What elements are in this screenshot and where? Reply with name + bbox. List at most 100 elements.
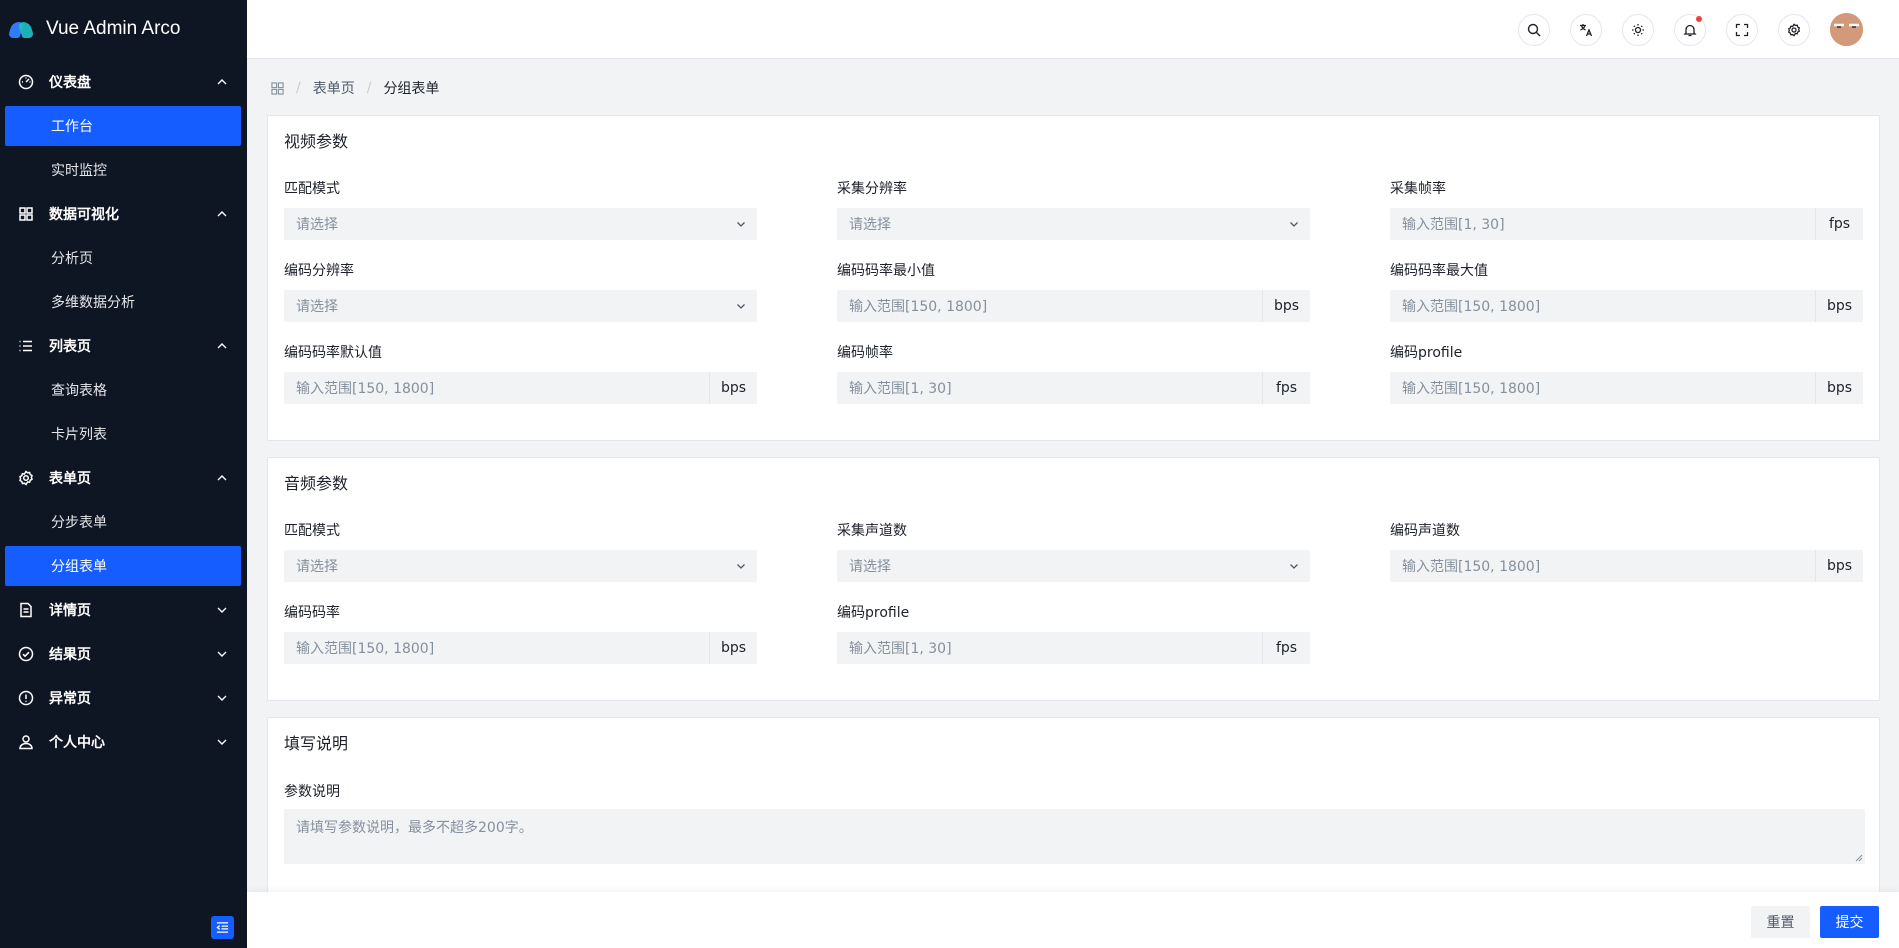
chevron-down-icon xyxy=(217,739,227,745)
sidebar-item-multi-dimension[interactable]: 多维数据分析 xyxy=(5,282,241,322)
menu-group-label: 个人中心 xyxy=(49,735,105,751)
select-input[interactable]: 请选择 xyxy=(284,290,757,322)
menu-group-label: 详情页 xyxy=(49,603,91,619)
input-placeholder: 输入范围[1, 30] xyxy=(849,381,952,397)
resize-handle-icon[interactable] xyxy=(1855,854,1863,862)
input-suffix: fps xyxy=(1262,372,1310,404)
input-suffix: bps xyxy=(709,632,757,664)
field-label: 匹配模式 xyxy=(284,181,340,197)
sidebar-item-monitor[interactable]: 实时监控 xyxy=(5,150,241,190)
sidebar-item-analysis[interactable]: 分析页 xyxy=(5,238,241,278)
settings-button[interactable] xyxy=(1778,14,1810,46)
field-label: 匹配模式 xyxy=(284,523,340,539)
number-input[interactable]: 输入范围[150, 1800] bps xyxy=(837,290,1310,322)
menu-group-label: 仪表盘 xyxy=(49,75,91,91)
input-placeholder: 输入范围[150, 1800] xyxy=(296,381,435,397)
menu-group-list[interactable]: 列表页 xyxy=(5,326,241,366)
number-input[interactable]: 输入范围[150, 1800] bps xyxy=(284,372,757,404)
theme-button[interactable] xyxy=(1622,14,1654,46)
logo[interactable]: Vue Admin Arco xyxy=(0,0,247,58)
breadcrumb: / 表单页 / 分组表单 xyxy=(271,78,439,98)
chevron-up-icon xyxy=(217,79,227,85)
menu-group-profile[interactable]: 详情页 xyxy=(5,590,241,630)
chevron-down-icon xyxy=(725,218,757,230)
number-input[interactable]: 输入范围[1, 30] fps xyxy=(837,632,1310,664)
select-input[interactable]: 请选择 xyxy=(284,208,757,240)
sidebar: Vue Admin Arco 仪表盘 工作台 实时监控 数据可视化 分析页 多维… xyxy=(0,0,247,948)
field-label: 编码声道数 xyxy=(1390,523,1460,539)
field-label: 编码码率最大值 xyxy=(1390,263,1488,279)
chevron-down-icon xyxy=(217,607,227,613)
field-label: 参数说明 xyxy=(284,784,340,800)
search-icon xyxy=(1527,23,1541,37)
number-input[interactable]: 输入范围[150, 1800] bps xyxy=(1390,372,1863,404)
menu-fold-icon xyxy=(216,922,229,933)
notes-card: 填写说明 参数说明 请填写参数说明，最多不超多200字。 xyxy=(267,717,1880,892)
sidebar-item-step-form[interactable]: 分步表单 xyxy=(5,502,241,542)
input-placeholder: 请选择 xyxy=(296,217,338,233)
field-label: 编码帧率 xyxy=(837,345,893,361)
select-input[interactable]: 请选择 xyxy=(837,550,1310,582)
menu-group-result[interactable]: 结果页 xyxy=(5,634,241,674)
file-icon xyxy=(17,601,35,619)
menu-group-form[interactable]: 表单页 xyxy=(5,458,241,498)
chevron-down-icon xyxy=(725,300,757,312)
input-suffix: bps xyxy=(1262,290,1310,322)
menu-group-user[interactable]: 个人中心 xyxy=(5,722,241,762)
params-description-textarea[interactable]: 请填写参数说明，最多不超多200字。 xyxy=(284,809,1865,864)
sidebar-item-search-table[interactable]: 查询表格 xyxy=(5,370,241,410)
list-icon xyxy=(17,337,35,355)
chevron-down-icon xyxy=(1278,560,1310,572)
number-input[interactable]: 输入范围[1, 30] fps xyxy=(837,372,1310,404)
input-placeholder: 请选择 xyxy=(296,559,338,575)
menu-collapse-button[interactable] xyxy=(211,916,234,939)
translate-icon xyxy=(1580,24,1593,37)
input-suffix: bps xyxy=(709,372,757,404)
bell-icon xyxy=(1683,24,1697,37)
language-button[interactable] xyxy=(1570,14,1602,46)
chevron-down-icon xyxy=(217,695,227,701)
sidebar-menu: 仪表盘 工作台 实时监控 数据可视化 分析页 多维数据分析 列表页 查询表格 卡… xyxy=(0,58,247,762)
dashboard-icon xyxy=(17,73,35,91)
select-input[interactable]: 请选择 xyxy=(284,550,757,582)
input-suffix: bps xyxy=(1815,290,1863,322)
apps-icon[interactable] xyxy=(271,81,284,95)
sidebar-item-workplace[interactable]: 工作台 xyxy=(5,106,241,146)
search-button[interactable] xyxy=(1518,14,1550,46)
menu-group-exception[interactable]: 异常页 xyxy=(5,678,241,718)
menu-group-label: 结果页 xyxy=(49,647,91,663)
menu-group-dashboard[interactable]: 仪表盘 xyxy=(5,62,241,102)
select-input[interactable]: 请选择 xyxy=(837,208,1310,240)
field-label: 编码profile xyxy=(1390,345,1463,361)
form-field: 编码码率最大值输入范围[150, 1800] bps xyxy=(1390,260,1863,322)
card-title: 视频参数 xyxy=(284,132,349,151)
avatar[interactable] xyxy=(1830,13,1863,46)
submit-button[interactable]: 提交 xyxy=(1820,906,1879,938)
number-input[interactable]: 输入范围[150, 1800] bps xyxy=(284,632,757,664)
form-field: 匹配模式请选择 xyxy=(284,520,757,582)
field-label: 编码码率最小值 xyxy=(837,263,935,279)
sidebar-item-card-list[interactable]: 卡片列表 xyxy=(5,414,241,454)
notification-button[interactable] xyxy=(1674,14,1706,46)
fullscreen-button[interactable] xyxy=(1726,14,1758,46)
reset-button[interactable]: 重置 xyxy=(1751,906,1810,938)
input-placeholder: 输入范围[150, 1800] xyxy=(1402,299,1541,315)
textarea-placeholder: 请填写参数说明，最多不超多200字。 xyxy=(296,820,533,836)
app-title: Vue Admin Arco xyxy=(46,18,181,39)
input-placeholder: 请选择 xyxy=(849,217,891,233)
sidebar-item-group-form[interactable]: 分组表单 xyxy=(5,546,241,586)
top-navbar xyxy=(247,0,1899,59)
form-field: 编码码率 输入范围[150, 1800] bps xyxy=(284,602,757,664)
input-placeholder: 输入范围[1, 30] xyxy=(1402,217,1505,233)
number-input[interactable]: 输入范围[150, 1800] bps xyxy=(1390,550,1863,582)
check-circle-icon xyxy=(17,645,35,663)
input-suffix: fps xyxy=(1262,632,1310,664)
breadcrumb-item[interactable]: 表单页 xyxy=(313,78,355,98)
number-input[interactable]: 输入范围[150, 1800] bps xyxy=(1390,290,1863,322)
field-label: 编码码率默认值 xyxy=(284,345,382,361)
menu-group-visualization[interactable]: 数据可视化 xyxy=(5,194,241,234)
input-placeholder: 请选择 xyxy=(849,559,891,575)
grid-icon xyxy=(17,205,35,223)
settings-icon xyxy=(1787,23,1801,37)
number-input[interactable]: 输入范围[1, 30] fps xyxy=(1390,208,1863,240)
